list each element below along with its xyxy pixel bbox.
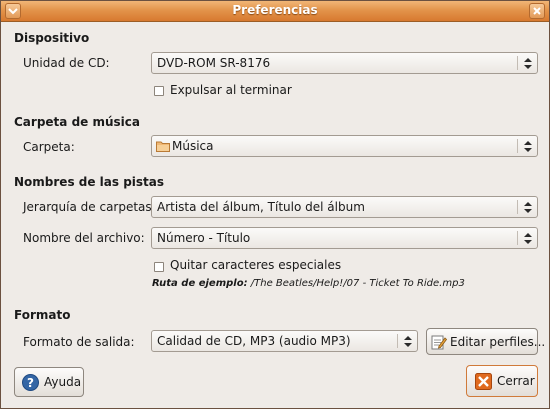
help-button[interactable]: ? Ayuda <box>14 367 84 397</box>
example-path: Ruta de ejemplo: /The Beatles/Help!/07 -… <box>152 278 465 289</box>
combo-separator <box>517 200 518 214</box>
example-path-label: Ruta de ejemplo: <box>152 278 248 289</box>
combo-arrows-icon <box>404 336 412 347</box>
close-icon <box>475 373 492 390</box>
combo-separator <box>397 334 398 348</box>
preferences-dialog: Preferencias Dispositivo Unidad de CD: D… <box>0 0 550 409</box>
combo-separator <box>517 56 518 70</box>
music-section-heading: Carpeta de música <box>14 115 140 129</box>
tracks-section-heading: Nombres de las pistas <box>14 175 165 189</box>
eject-checkbox[interactable] <box>154 86 164 96</box>
hierarchy-value: Artista del álbum, Título del álbum <box>157 200 365 214</box>
window-close-icon[interactable] <box>529 3 545 19</box>
help-label: Ayuda <box>44 375 82 389</box>
cd-drive-label: Unidad de CD: <box>23 56 110 70</box>
folder-value: Música <box>172 139 214 153</box>
example-path-value: /The Beatles/Help!/07 - Ticket To Ride.m… <box>250 278 465 289</box>
folder-icon <box>156 141 170 152</box>
filename-combo[interactable]: Número - Título <box>151 227 538 249</box>
edit-profiles-icon <box>431 335 447 350</box>
device-section-heading: Dispositivo <box>14 31 90 45</box>
filename-label: Nombre del archivo: <box>23 231 145 245</box>
combo-arrows-icon <box>524 141 532 152</box>
hierarchy-label: Jerarquía de carpetas: <box>23 200 156 214</box>
strip-special-chars-label[interactable]: Quitar caracteres especiales <box>170 258 341 272</box>
combo-arrows-icon <box>524 58 532 69</box>
combo-arrows-icon <box>524 233 532 244</box>
close-button[interactable]: Cerrar <box>466 365 538 397</box>
combo-separator <box>517 231 518 245</box>
combo-arrows-icon <box>524 202 532 213</box>
output-format-value: Calidad de CD, MP3 (audio MP3) <box>157 334 351 348</box>
edit-profiles-button[interactable]: Editar perfiles... <box>426 328 545 355</box>
output-format-combo[interactable]: Calidad de CD, MP3 (audio MP3) <box>151 330 418 352</box>
svg-text:?: ? <box>27 376 34 390</box>
filename-value: Número - Título <box>157 231 251 245</box>
format-section-heading: Formato <box>14 308 71 322</box>
eject-label[interactable]: Expulsar al terminar <box>170 83 292 97</box>
folder-chooser[interactable]: Música <box>151 135 538 157</box>
window-title: Preferencias <box>232 3 318 17</box>
title-bar[interactable]: Preferencias <box>1 1 549 22</box>
help-icon: ? <box>22 374 39 391</box>
folder-label: Carpeta: <box>23 140 75 154</box>
output-format-label: Formato de salida: <box>23 335 135 349</box>
cd-drive-combo[interactable]: DVD-ROM SR-8176 <box>151 52 538 74</box>
edit-profiles-label: Editar perfiles... <box>450 335 546 349</box>
strip-special-chars-checkbox[interactable] <box>154 262 164 272</box>
cd-drive-value: DVD-ROM SR-8176 <box>157 56 271 70</box>
close-label: Cerrar <box>497 374 535 388</box>
hierarchy-combo[interactable]: Artista del álbum, Título del álbum <box>151 196 538 218</box>
combo-separator <box>517 139 518 153</box>
